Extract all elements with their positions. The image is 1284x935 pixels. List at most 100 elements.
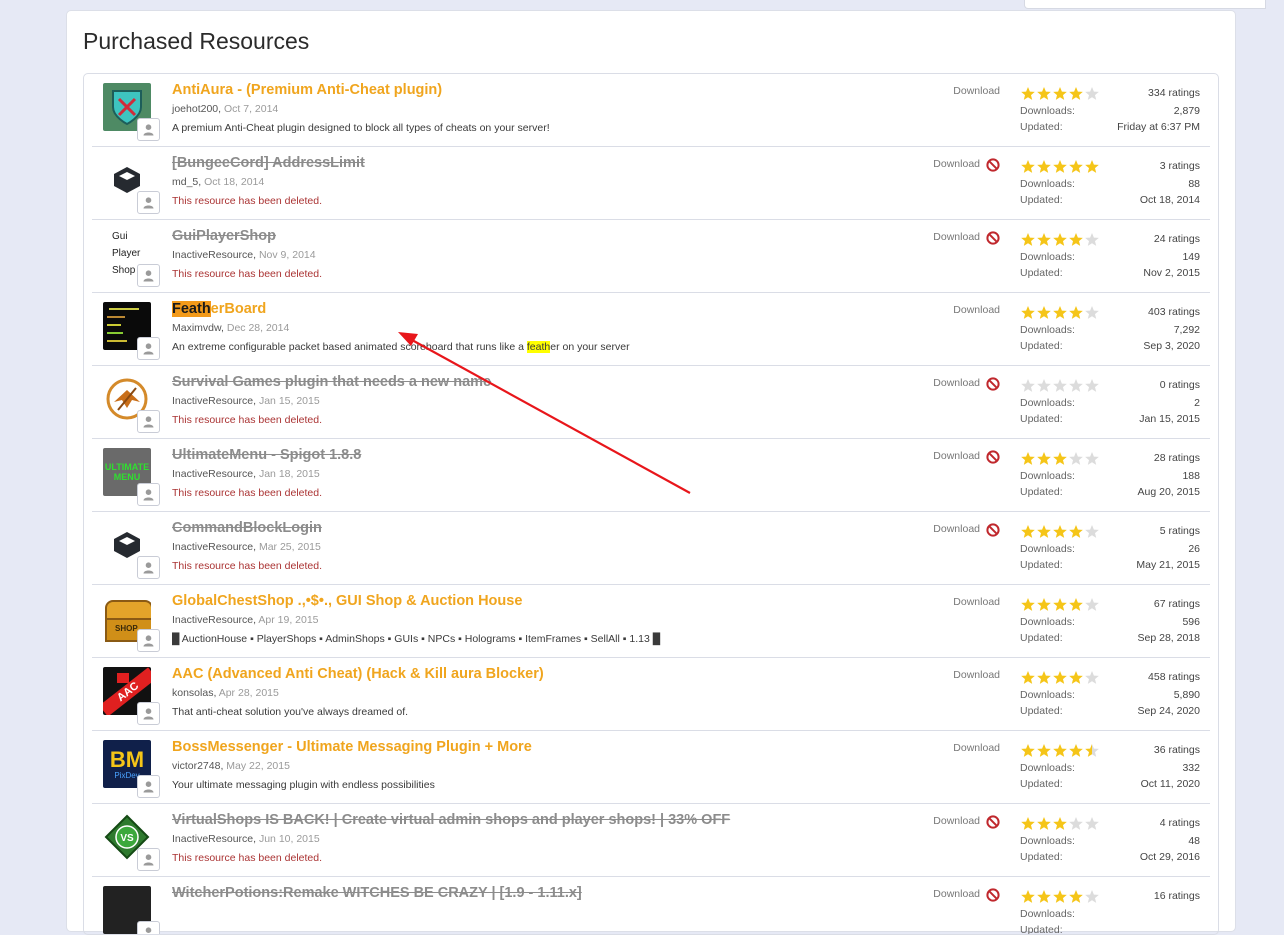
resource-author[interactable]: joehot200	[172, 103, 218, 115]
star-icon	[1021, 87, 1035, 100]
resource-date: Dec 28, 2014	[226, 322, 290, 334]
download-link[interactable]: Download	[933, 377, 980, 389]
updated-label: Updated:	[1020, 486, 1063, 498]
resource-description: This resource has been deleted.	[172, 852, 323, 864]
resource-description: This resource has been deleted.	[172, 487, 323, 499]
resource-author[interactable]: InactiveResource	[172, 468, 253, 480]
ratings-count: 5 ratings	[1159, 525, 1200, 537]
resource-row: AntiAura - (Premium Anti-Cheat plugin) j…	[92, 74, 1210, 147]
download-link[interactable]: Download	[933, 815, 980, 827]
updated-date: Oct 29, 2016	[1139, 851, 1200, 863]
star-icon	[1037, 233, 1051, 246]
user-avatar-icon[interactable]	[137, 702, 160, 725]
user-avatar-icon[interactable]	[137, 337, 160, 360]
user-avatar-icon[interactable]	[137, 775, 160, 798]
resource-author[interactable]: InactiveResource	[172, 541, 253, 553]
user-avatar-icon[interactable]	[137, 191, 160, 214]
resource-author[interactable]: InactiveResource	[172, 249, 253, 261]
resource-title-link[interactable]: FeatherBoard	[172, 301, 266, 317]
user-avatar-icon[interactable]	[137, 264, 160, 287]
resource-title-link[interactable]: UltimateMenu - Spigot 1.8.8	[172, 447, 361, 463]
resource-author[interactable]: konsolas	[172, 687, 213, 699]
updated-label: Updated:	[1020, 705, 1063, 717]
resource-title-link[interactable]: WitcherPotions:Remake WITCHES BE CRAZY |…	[172, 885, 582, 901]
download-link[interactable]: Download	[933, 231, 980, 243]
user-avatar-icon[interactable]	[137, 118, 160, 141]
downloads-count: 149	[1182, 251, 1200, 263]
ratings-count: 28 ratings	[1153, 452, 1200, 464]
downloads-count: 596	[1182, 616, 1200, 628]
updated-label: Updated:	[1020, 851, 1063, 863]
download-link[interactable]: Download	[953, 304, 1000, 316]
downloads-label: Downloads:	[1020, 543, 1075, 555]
download-link[interactable]: Download	[953, 85, 1000, 97]
resource-title-link[interactable]: [BungeeCord] AddressLimit	[172, 155, 365, 171]
star-icon	[1021, 306, 1035, 319]
user-avatar-icon[interactable]	[137, 556, 160, 579]
updated-date: Oct 11, 2020	[1140, 778, 1200, 790]
resource-date: Apr 28, 2015	[218, 687, 279, 699]
download-link[interactable]: Download	[933, 523, 980, 535]
prohibited-icon	[986, 158, 1000, 172]
download-link[interactable]: Download	[933, 450, 980, 462]
resource-date: May 22, 2015	[226, 760, 290, 772]
search-highlight: feath	[526, 341, 551, 353]
resource-title-link[interactable]: BossMessenger - Ultimate Messaging Plugi…	[172, 739, 532, 755]
user-avatar-icon[interactable]	[137, 848, 160, 871]
resource-row: ULTIMATE MENU UltimateMenu - Spigot 1.8.8…	[92, 439, 1210, 512]
downloads-count: 48	[1188, 835, 1200, 847]
resource-author[interactable]: victor2748	[172, 760, 220, 772]
star-rating	[1020, 816, 1100, 832]
resource-title-link[interactable]: VirtualShops IS BACK! | Create virtual a…	[172, 812, 730, 828]
downloads-label: Downloads:	[1020, 762, 1075, 774]
user-avatar-icon[interactable]	[137, 629, 160, 652]
user-avatar-icon[interactable]	[137, 483, 160, 506]
downloads-count: 188	[1182, 470, 1200, 482]
download-link[interactable]: Download	[953, 742, 1000, 754]
resource-title-link[interactable]: AAC (Advanced Anti Cheat) (Hack & Kill a…	[172, 666, 544, 682]
purchased-resources-card: Purchased Resources AntiAura - (Premium …	[66, 10, 1236, 935]
star-icon	[1053, 890, 1067, 903]
star-rating	[1020, 597, 1100, 613]
updated-label: Updated:	[1020, 924, 1063, 935]
star-icon	[1085, 525, 1099, 538]
resource-title-link[interactable]: AntiAura - (Premium Anti-Cheat plugin)	[172, 82, 442, 98]
downloads-label: Downloads:	[1020, 908, 1075, 920]
downloads-label: Downloads:	[1020, 324, 1075, 336]
download-link[interactable]: Download	[933, 888, 980, 900]
download-link[interactable]: Download	[953, 596, 1000, 608]
resource-title-link[interactable]: GuiPlayerShop	[172, 228, 276, 244]
resource-author[interactable]: md_5	[172, 176, 198, 188]
resource-author[interactable]: InactiveResource	[172, 395, 253, 407]
updated-date: Jan 15, 2015	[1139, 413, 1200, 425]
resource-date: Apr 19, 2015	[258, 614, 319, 626]
ratings-count: 24 ratings	[1153, 233, 1200, 245]
updated-label: Updated:	[1020, 778, 1063, 790]
resource-title-link[interactable]: Survival Games plugin that needs a new n…	[172, 374, 491, 390]
page-title: Purchased Resources	[83, 28, 310, 54]
star-icon	[1037, 890, 1051, 903]
download-link[interactable]: Download	[933, 158, 980, 170]
downloads-count: 2	[1194, 397, 1200, 409]
resource-author[interactable]: InactiveResource	[172, 833, 253, 845]
star-rating	[1020, 889, 1100, 905]
resource-row: Survival Games plugin that needs a new n…	[92, 366, 1210, 439]
resource-author[interactable]: Maximvdw	[172, 322, 221, 334]
download-link[interactable]: Download	[953, 669, 1000, 681]
resource-title-link[interactable]: CommandBlockLogin	[172, 520, 322, 536]
star-icon	[1053, 87, 1067, 100]
star-icon	[1085, 87, 1099, 100]
star-rating	[1020, 378, 1100, 394]
resource-title-link[interactable]: GlobalChestShop .,•$•., GUI Shop & Aucti…	[172, 593, 522, 609]
updated-date: Aug 20, 2015	[1137, 486, 1200, 498]
star-icon	[1069, 379, 1083, 392]
star-icon	[1037, 379, 1051, 392]
star-icon	[1037, 525, 1051, 538]
resource-description: This resource has been deleted.	[172, 414, 323, 426]
user-avatar-icon[interactable]	[137, 410, 160, 433]
user-avatar-icon[interactable]	[137, 921, 160, 934]
resource-author[interactable]: InactiveResource	[172, 614, 253, 626]
resource-row: FeatherBoard Maximvdw, Dec 28, 2014 An e…	[92, 293, 1210, 366]
search-highlight: Feath	[172, 301, 211, 317]
star-icon	[1053, 744, 1067, 757]
